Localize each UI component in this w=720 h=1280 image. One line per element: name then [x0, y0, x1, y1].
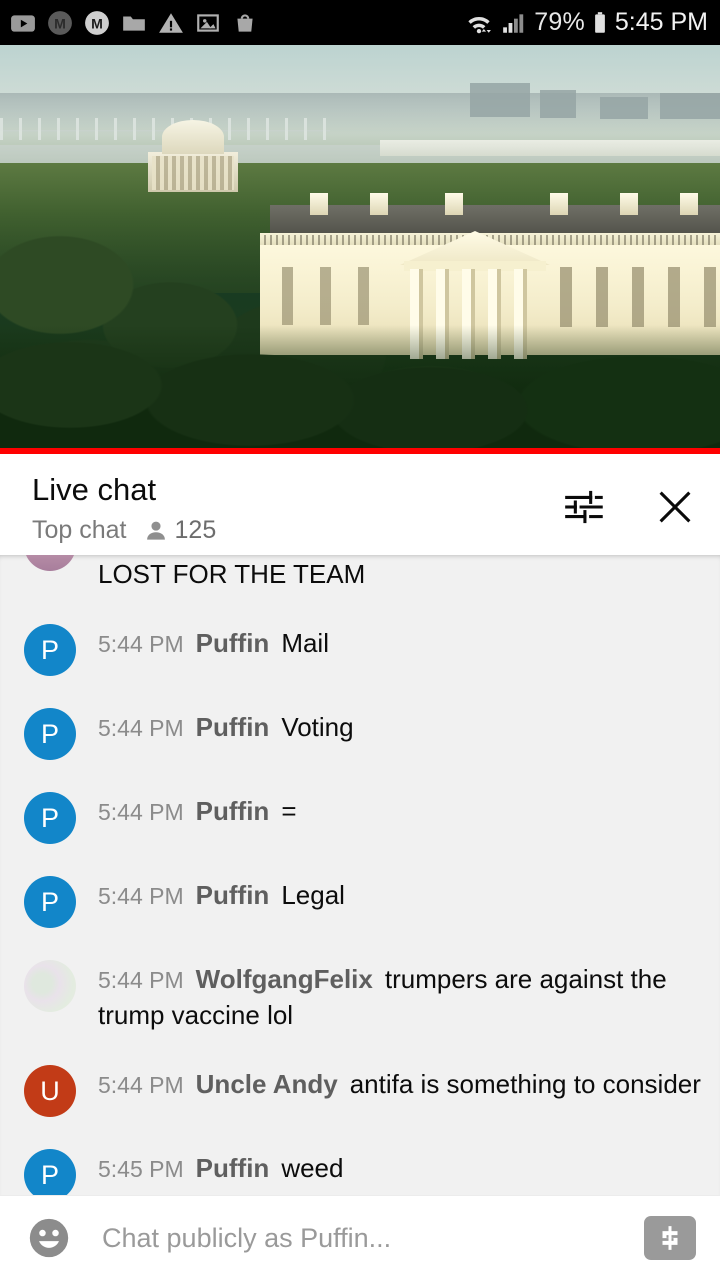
- status-bar-notification-icons: M M: [10, 10, 258, 36]
- chat-message-body: 5:45 PM Puffin weed: [98, 1149, 704, 1187]
- message-author[interactable]: Puffin: [196, 712, 270, 742]
- live-chat-title: Live chat: [32, 472, 157, 507]
- clock-label: 5:45 PM: [614, 8, 708, 36]
- youtube-play-icon: [11, 14, 35, 32]
- chat-header-subtitle: Top chat 125: [32, 516, 216, 545]
- chat-message-body: 5:44 PM Puffin =: [98, 792, 704, 830]
- message-timestamp: 5:44 PM: [98, 1072, 184, 1098]
- super-chat-dollar-icon[interactable]: [644, 1216, 696, 1260]
- chat-message-row[interactable]: P 5:44 PM Puffin Voting: [0, 692, 720, 776]
- shopping-bag-icon: [237, 13, 253, 32]
- jefferson-memorial: [140, 120, 245, 195]
- avatar[interactable]: P: [24, 624, 76, 676]
- chat-input-bar: Chat publicly as Puffin...: [0, 1195, 720, 1280]
- avatar[interactable]: P: [24, 708, 76, 760]
- message-text: Mail: [281, 628, 329, 658]
- battery-percent-label: 79%: [534, 8, 585, 36]
- chat-message-row[interactable]: 5:44 PM WolfgangFelix trumpers are against…: [0, 944, 720, 1049]
- distant-building: [540, 90, 576, 118]
- message-author[interactable]: Puffin: [196, 628, 270, 658]
- chat-input-field[interactable]: Chat publicly as Puffin...: [102, 1223, 391, 1254]
- status-bar: M M 79% 5:45 PM: [0, 0, 720, 45]
- viewer-count-label: 125: [174, 516, 217, 544]
- chat-message-row[interactable]: U 5:44 PM Uncle Andy antifa is something to…: [0, 1049, 720, 1133]
- message-author[interactable]: Puffin: [196, 1153, 270, 1183]
- wifi-icon: [468, 16, 492, 33]
- youtube-live-chat-screen: M M 79% 5:45 PM Live chat Top chat 125 L…: [0, 0, 720, 1280]
- avatar[interactable]: [24, 555, 76, 571]
- chat-message-row[interactable]: P 5:44 PM Puffin Mail: [0, 608, 720, 692]
- avatar[interactable]: P: [24, 876, 76, 928]
- cellular-signal-icon: [503, 13, 524, 33]
- distant-building: [600, 97, 648, 119]
- chat-message-list[interactable]: 5:44 PMSandy's Loving Life#9 LIVED DO GE…: [0, 555, 720, 1195]
- folder-icon: [123, 16, 145, 31]
- chat-message-body: 5:44 PM Puffin Voting: [98, 708, 704, 746]
- avatar[interactable]: P: [24, 1149, 76, 1195]
- avatar[interactable]: P: [24, 792, 76, 844]
- message-timestamp: 5:45 PM: [98, 1156, 184, 1182]
- message-text: Voting: [281, 712, 354, 742]
- chat-message-row[interactable]: P 5:44 PM Puffin Legal: [0, 860, 720, 944]
- chat-message-body: 5:44 PMSandy's Loving Life#9 LIVED DO GE…: [98, 555, 704, 592]
- chat-message-body: 5:44 PM Puffin Mail: [98, 624, 704, 662]
- message-timestamp: 5:44 PM: [98, 631, 184, 657]
- message-text: antifa is something to consider: [349, 1069, 701, 1099]
- svg-text:M: M: [54, 15, 66, 31]
- message-author[interactable]: Puffin: [196, 796, 270, 826]
- tune-icon[interactable]: [560, 484, 606, 530]
- message-text: Legal: [281, 880, 345, 910]
- m-circle-icon: M: [85, 10, 109, 35]
- chat-message-row[interactable]: P 5:44 PM Puffin =: [0, 776, 720, 860]
- chat-header-titles: Live chat Top chat 125: [32, 472, 216, 545]
- status-bar-system-indicators: 79% 5:45 PM: [464, 8, 708, 37]
- svg-text:M: M: [91, 15, 103, 31]
- message-timestamp: 5:44 PM: [98, 799, 184, 825]
- white-structures-row: [380, 140, 720, 156]
- message-author[interactable]: Uncle Andy: [196, 1069, 338, 1099]
- image-icon: [197, 13, 219, 32]
- distant-building: [470, 83, 530, 117]
- message-text: =: [281, 796, 297, 826]
- message-timestamp: 5:44 PM: [98, 967, 184, 993]
- chat-message-body: 5:44 PM Puffin Legal: [98, 876, 704, 914]
- chat-message-body: 5:44 PM WolfgangFelix trumpers are against…: [98, 960, 704, 1033]
- close-icon[interactable]: [652, 484, 698, 530]
- chat-mode-label[interactable]: Top chat: [32, 516, 127, 545]
- live-chat-header: Live chat Top chat 125: [0, 454, 720, 555]
- distant-building: [660, 93, 720, 119]
- m-circle-dim-icon: M: [48, 10, 72, 35]
- message-text: #9 LIVED DO GET LOST FOR THE TEAM: [98, 559, 366, 589]
- avatar[interactable]: U: [24, 1065, 76, 1117]
- chat-header-actions: [560, 472, 698, 530]
- tree-canopy-foreground: [0, 325, 720, 448]
- message-author[interactable]: Puffin: [196, 880, 270, 910]
- viewer-count-group: 125: [143, 516, 217, 545]
- avatar[interactable]: [24, 960, 76, 1012]
- message-timestamp: 5:44 PM: [98, 715, 184, 741]
- message-text: weed: [281, 1153, 344, 1183]
- chat-message-body: 5:44 PM Uncle Andy antifa is something to …: [98, 1065, 704, 1103]
- emoji-smiley-icon[interactable]: [26, 1215, 72, 1261]
- message-author[interactable]: WolfgangFelix: [196, 964, 373, 994]
- chat-message-row[interactable]: 5:44 PMSandy's Loving Life#9 LIVED DO GE…: [0, 555, 720, 608]
- chat-message-row[interactable]: P 5:45 PM Puffin weed: [0, 1133, 720, 1195]
- person-icon: [146, 521, 165, 540]
- warning-triangle-icon: [159, 12, 183, 33]
- message-timestamp: 5:44 PM: [98, 883, 184, 909]
- video-player[interactable]: [0, 45, 720, 448]
- battery-icon: [595, 11, 605, 33]
